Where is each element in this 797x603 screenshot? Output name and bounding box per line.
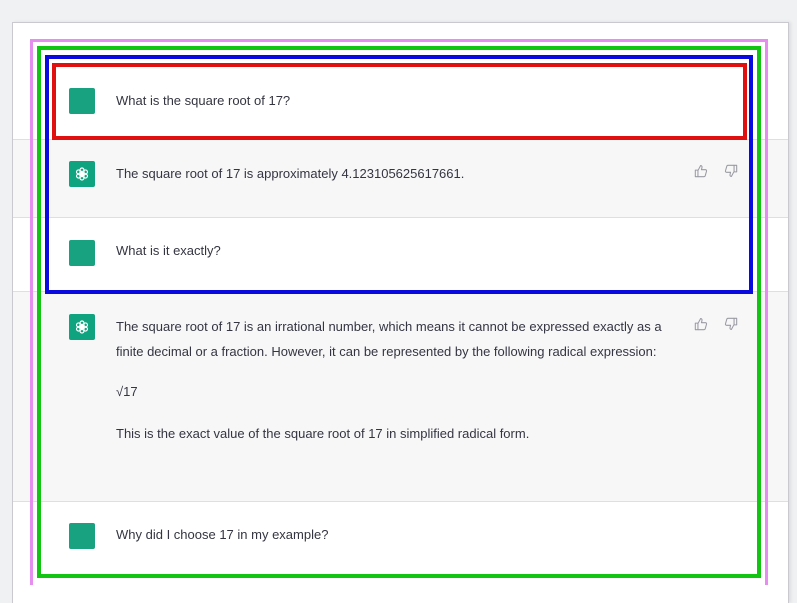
thumbs-down-icon[interactable] [724,164,738,178]
message-row-user: What is it exactly? [13,218,788,292]
message-text: Why did I choose 17 in my example? [116,527,329,542]
user-avatar [69,523,95,549]
thumbs-up-icon[interactable] [694,317,708,331]
message-row-assistant: The square root of 17 is approximately 4… [13,140,788,218]
openai-logo-icon [69,314,95,340]
thumbs-up-icon[interactable] [694,164,708,178]
openai-logo-icon [69,161,95,187]
message-paragraph: This is the exact value of the square ro… [116,426,530,441]
message-text: What is the square root of 17? [116,93,291,108]
feedback-controls [694,317,738,331]
message-paragraph: The square root of 17 is an irrational n… [116,319,662,359]
user-avatar [69,240,95,266]
message-row-user: What is the square root of 17? [13,66,788,140]
message-text: The square root of 17 is an irrational n… [116,314,686,446]
chat-window: What is the square root of 17? The squar… [12,22,789,603]
feedback-controls [694,164,738,178]
user-avatar [69,88,95,114]
message-text: The square root of 17 is approximately 4… [116,166,465,181]
thumbs-down-icon[interactable] [724,317,738,331]
message-text: What is it exactly? [116,243,221,258]
radical-expression: √17 [116,384,138,399]
message-row-assistant: The square root of 17 is an irrational n… [13,292,788,502]
message-row-user: Why did I choose 17 in my example? [13,502,788,603]
